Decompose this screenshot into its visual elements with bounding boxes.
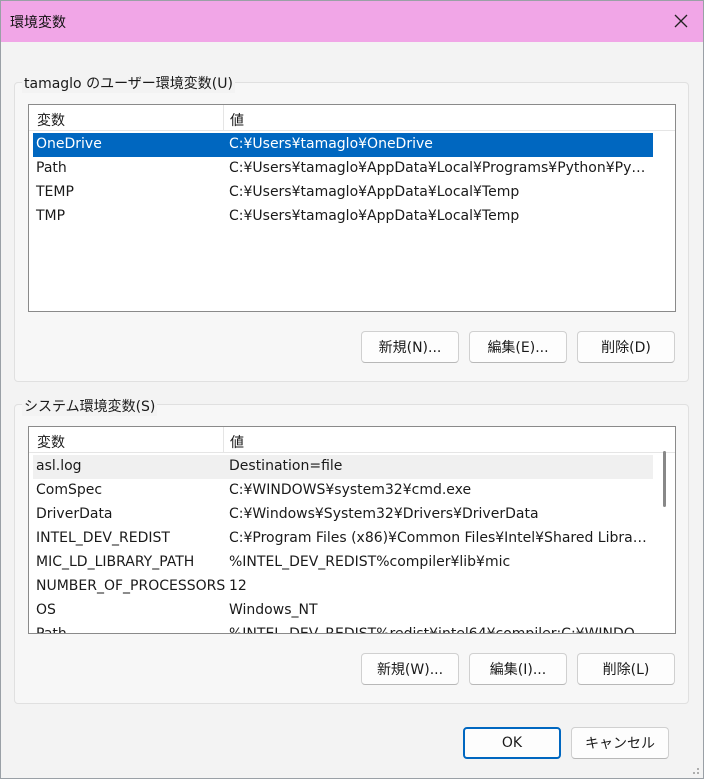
system-new-button[interactable]: 新規(W)...	[361, 653, 459, 685]
variable-value: C:¥Windows¥System32¥Drivers¥DriverData	[229, 506, 539, 522]
system-edit-button[interactable]: 編集(I)...	[469, 653, 567, 685]
user-edit-button[interactable]: 編集(E)...	[469, 331, 567, 363]
variable-name: OneDrive	[36, 136, 102, 152]
table-row[interactable]: OS Windows_NT	[33, 599, 653, 623]
column-separator[interactable]	[223, 105, 224, 131]
variable-name: Path	[36, 626, 67, 634]
table-row[interactable]: TEMP C:¥Users¥tamaglo¥AppData¥Local¥Temp	[33, 181, 653, 205]
table-row[interactable]: MIC_LD_LIBRARY_PATH %INTEL_DEV_REDIST%com…	[33, 551, 653, 575]
system-vars-group-label: システム環境変数(S)	[22, 396, 158, 416]
variable-value: Windows_NT	[229, 602, 318, 618]
cancel-button[interactable]: キャンセル	[571, 727, 669, 759]
variable-value: C:¥Users¥tamaglo¥AppData¥Local¥Programs¥…	[229, 160, 649, 176]
variable-name: NUMBER_OF_PROCESSORS	[36, 578, 226, 594]
column-header-value[interactable]: 値	[230, 110, 244, 130]
table-row[interactable]: OneDrive C:¥Users¥tamaglo¥OneDrive	[33, 133, 653, 157]
variable-name: INTEL_DEV_REDIST	[36, 530, 170, 546]
variable-value: C:¥WINDOWS¥system32¥cmd.exe	[229, 482, 472, 498]
column-header-variable[interactable]: 変数	[37, 110, 65, 130]
variable-name: MIC_LD_LIBRARY_PATH	[36, 554, 195, 570]
resize-grip-icon[interactable]	[690, 765, 700, 775]
close-button[interactable]	[658, 0, 704, 42]
column-header-variable[interactable]: 変数	[37, 432, 65, 452]
table-row[interactable]: Path C:¥Users¥tamaglo¥AppData¥Local¥Progr…	[33, 157, 653, 181]
system-delete-button[interactable]: 削除(L)	[577, 653, 675, 685]
variable-value: %INTEL_DEV_REDIST%compiler¥lib¥mic	[229, 554, 511, 570]
close-icon	[674, 14, 688, 28]
variable-value: C:¥Users¥tamaglo¥AppData¥Local¥Temp	[229, 184, 520, 200]
system-vars-scrollbar-thumb[interactable]	[663, 451, 666, 507]
user-new-button[interactable]: 新規(N)...	[361, 331, 459, 363]
variable-name: TMP	[36, 208, 66, 224]
column-header-value[interactable]: 値	[230, 432, 244, 452]
column-separator[interactable]	[223, 427, 224, 453]
title-bar: 環境変数	[0, 0, 704, 42]
variable-name: ComSpec	[36, 482, 103, 498]
variable-name: OS	[36, 602, 56, 618]
table-row[interactable]: INTEL_DEV_REDIST C:¥Program Files (x86)¥C…	[33, 527, 653, 551]
system-vars-list-header: 変数 値	[29, 427, 675, 453]
variable-name: TEMP	[36, 184, 74, 200]
variable-value: 12	[229, 578, 247, 594]
table-row[interactable]: TMP C:¥Users¥tamaglo¥AppData¥Local¥Temp	[33, 205, 653, 229]
table-row[interactable]: asl.log Destination=file	[33, 455, 653, 479]
table-row[interactable]: Path %INTEL_DEV_REDIST%redist¥intel64¥com…	[33, 623, 653, 634]
table-row[interactable]: ComSpec C:¥WINDOWS¥system32¥cmd.exe	[33, 479, 653, 503]
variable-value: C:¥Users¥tamaglo¥AppData¥Local¥Temp	[229, 208, 520, 224]
system-vars-list[interactable]: 変数 値 asl.log Destination=file ComSpec C:¥WI…	[28, 426, 676, 634]
variable-name: DriverData	[36, 506, 113, 522]
ok-button[interactable]: OK	[463, 727, 561, 759]
user-vars-group-label: tamaglo のユーザー環境変数(U)	[22, 73, 235, 93]
variable-value: C:¥Users¥tamaglo¥OneDrive	[229, 136, 433, 152]
table-row[interactable]: NUMBER_OF_PROCESSORS 12	[33, 575, 653, 599]
user-delete-button[interactable]: 削除(D)	[577, 331, 675, 363]
table-row[interactable]: DriverData C:¥Windows¥System32¥Drivers¥Dr…	[33, 503, 653, 527]
user-vars-list[interactable]: 変数 値 OneDrive C:¥Users¥tamaglo¥OneDrive Pa…	[28, 104, 676, 312]
variable-name: Path	[36, 160, 67, 176]
variable-name: asl.log	[36, 458, 82, 474]
variable-value: %INTEL_DEV_REDIST%redist¥intel64¥compile…	[229, 626, 649, 634]
variable-value: Destination=file	[229, 458, 343, 474]
window-title: 環境変数	[10, 15, 66, 31]
user-vars-list-header: 変数 値	[29, 105, 675, 131]
variable-value: C:¥Program Files (x86)¥Common Files¥Inte…	[229, 530, 649, 546]
